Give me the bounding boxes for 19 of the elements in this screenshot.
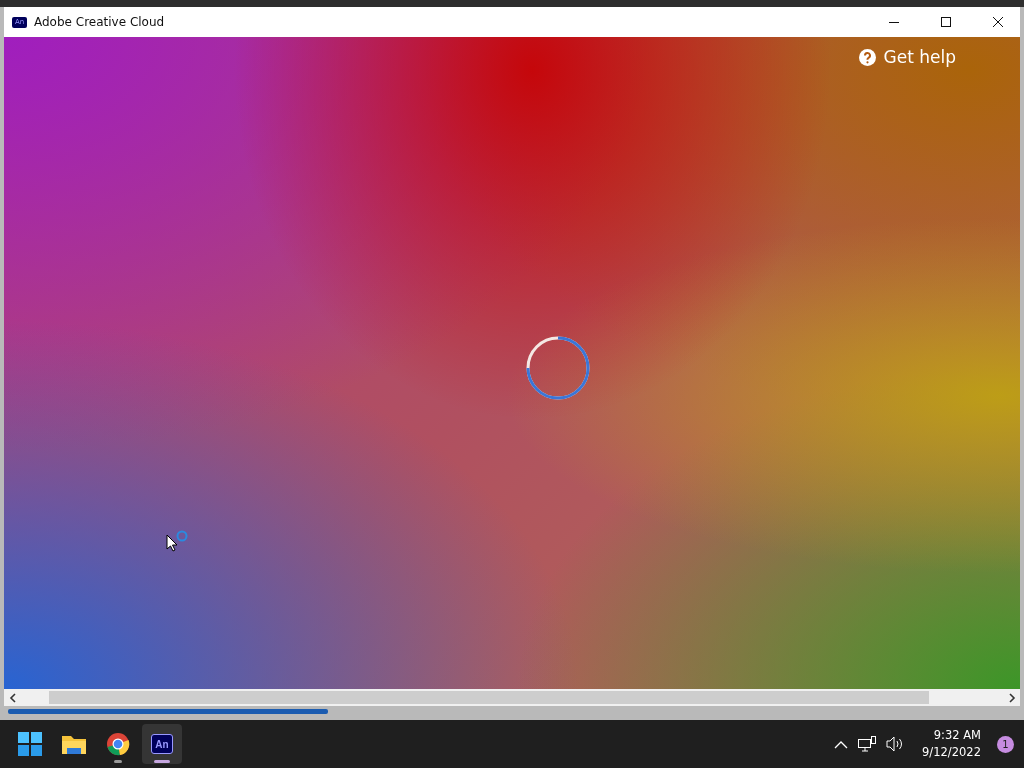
speaker-icon[interactable] xyxy=(886,736,905,752)
scrollbar-thumb[interactable] xyxy=(49,691,929,704)
windows-logo-icon xyxy=(18,732,42,756)
clock[interactable]: 9:32 AM 9/12/2022 xyxy=(922,727,981,761)
notification-badge[interactable]: 1 xyxy=(997,735,1014,753)
window-title: Adobe Creative Cloud xyxy=(34,15,166,29)
time-text: 9:32 AM xyxy=(933,727,981,744)
maximize-icon xyxy=(940,17,951,27)
chevron-up-icon[interactable] xyxy=(834,739,849,749)
horizontal-scrollbar[interactable] xyxy=(4,689,1020,706)
get-help-link[interactable]: Get help xyxy=(858,47,956,67)
network-icon[interactable] xyxy=(858,736,877,752)
close-icon xyxy=(992,17,1003,27)
loading-spinner-icon xyxy=(525,335,591,401)
taskbar-app-button[interactable]: An xyxy=(142,724,182,764)
browser-icon xyxy=(106,732,130,756)
help-icon xyxy=(858,48,876,66)
folder-icon xyxy=(61,733,87,755)
date-text: 9/12/2022 xyxy=(922,744,981,761)
